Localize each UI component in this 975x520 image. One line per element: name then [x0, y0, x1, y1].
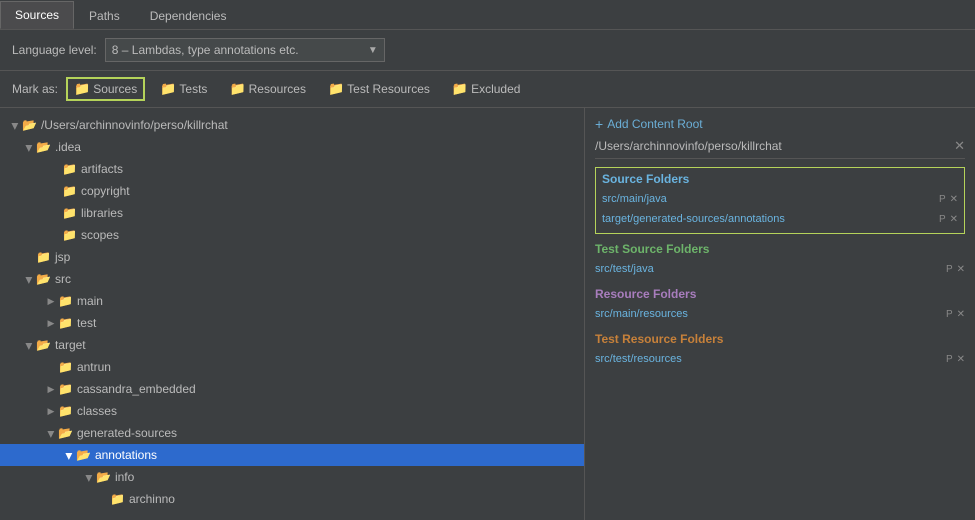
tree-item-jsp[interactable]: 📁 jsp	[0, 246, 584, 268]
folder-icon: 📁	[36, 250, 51, 264]
tree-item-test[interactable]: ▶ 📁 test	[0, 312, 584, 334]
language-level-select[interactable]: 8 – Lambdas, type annotations etc. ▼	[105, 38, 385, 62]
folder-icon: 📂	[76, 448, 91, 462]
mark-as-row: Mark as: 📁 Sources 📁 Tests 📁 Resources 📁…	[0, 71, 975, 108]
excluded-folder-icon: 📁	[452, 81, 468, 97]
resource-folders-section: Resource Folders src/main/resources P‌ ✕	[595, 287, 965, 324]
expand-icon: ▶	[44, 384, 58, 395]
folder-icon: 📁	[58, 382, 73, 396]
mark-as-excluded-button[interactable]: 📁 Excluded	[445, 78, 528, 100]
expand-icon: ▶	[24, 273, 35, 287]
tab-dependencies[interactable]: Dependencies	[135, 1, 242, 29]
folder-icon: 📂	[58, 426, 73, 440]
tree-item-src[interactable]: ▶ 📂 src	[0, 268, 584, 290]
tree-item-copyright[interactable]: 📁 copyright	[0, 180, 584, 202]
expand-icon: ▶	[44, 318, 58, 329]
expand-icon: ▶	[64, 449, 75, 463]
mark-as-resources-button[interactable]: 📁 Resources	[222, 78, 313, 100]
tests-folder-icon: 📁	[160, 81, 176, 97]
mark-as-sources-button[interactable]: 📁 Sources	[66, 77, 145, 101]
tab-paths[interactable]: Paths	[74, 1, 135, 29]
mark-as-tests-button[interactable]: 📁 Tests	[153, 78, 214, 100]
remove-source-folder-2[interactable]: ✕	[950, 214, 958, 225]
resources-folder-icon: 📁	[229, 81, 245, 97]
properties-icon-test1[interactable]: P‌	[946, 264, 953, 275]
resource-folder-entry-1: src/main/resources P‌ ✕	[595, 304, 965, 324]
close-content-root-button[interactable]: ✕	[954, 138, 965, 154]
tree-item-main[interactable]: ▶ 📁 main	[0, 290, 584, 312]
tree-item-idea[interactable]: ▶ 📂 .idea	[0, 136, 584, 158]
folder-icon: 📂	[36, 338, 51, 352]
tree-item-annotations[interactable]: ▶ 📂 annotations	[0, 444, 584, 466]
tree-item-info[interactable]: ▶ 📂 info	[0, 466, 584, 488]
folder-icon: 📁	[110, 492, 125, 506]
test-source-folders-section: Test Source Folders src/test/java P‌ ✕	[595, 242, 965, 279]
tree-item-artifacts[interactable]: 📁 artifacts	[0, 158, 584, 180]
dropdown-arrow-icon: ▼	[368, 45, 378, 56]
tree-item-classes[interactable]: ▶ 📁 classes	[0, 400, 584, 422]
tree-item-generated-sources[interactable]: ▶ 📂 generated-sources	[0, 422, 584, 444]
language-level-row: Language level: 8 – Lambdas, type annota…	[0, 30, 975, 71]
tree-panel: ▶ 📂 /Users/archinnovinfo/perso/killrchat…	[0, 108, 585, 520]
expand-icon: ▶	[46, 427, 57, 441]
mark-as-label: Mark as:	[12, 82, 58, 96]
folder-icon: 📂	[36, 272, 51, 286]
expand-icon: ▶	[24, 141, 35, 155]
source-folder-entry-1: src/main/java P‌ ✕	[602, 189, 958, 209]
sources-folder-icon: 📁	[74, 81, 90, 97]
folder-icon: 📂	[96, 470, 111, 484]
properties-icon-tres1[interactable]: P‌	[946, 354, 953, 365]
remove-source-folder-1[interactable]: ✕	[950, 194, 958, 205]
test-resource-folders-title: Test Resource Folders	[595, 332, 965, 346]
test-source-folders-title: Test Source Folders	[595, 242, 965, 256]
test-resource-folders-section: Test Resource Folders src/test/resources…	[595, 332, 965, 369]
main-content: ▶ 📂 /Users/archinnovinfo/perso/killrchat…	[0, 108, 975, 520]
folder-icon: 📂	[36, 140, 51, 154]
expand-icon: ▶	[10, 119, 21, 133]
source-folders-section: Source Folders src/main/java P‌ ✕ target…	[595, 167, 965, 234]
folder-icon: 📁	[58, 316, 73, 330]
mark-as-test-resources-button[interactable]: 📁 Test Resources	[321, 78, 437, 100]
tab-sources[interactable]: Sources	[0, 1, 74, 29]
add-content-root-button[interactable]: + Add Content Root	[595, 116, 965, 132]
tree-item-target[interactable]: ▶ 📂 target	[0, 334, 584, 356]
expand-icon: ▶	[84, 471, 95, 485]
folder-icon: 📁	[58, 294, 73, 308]
test-resources-folder-icon: 📁	[328, 81, 344, 97]
source-folder-entry-2: target/generated-sources/annotations P‌ …	[602, 209, 958, 229]
folder-icon: 📁	[62, 228, 77, 242]
resource-folders-title: Resource Folders	[595, 287, 965, 301]
language-level-label: Language level:	[12, 43, 97, 57]
folder-icon: 📁	[62, 162, 77, 176]
source-folders-title: Source Folders	[602, 172, 958, 186]
folder-icon: 📁	[58, 360, 73, 374]
right-panel: + Add Content Root /Users/archinnovinfo/…	[585, 108, 975, 520]
tree-item-scopes[interactable]: 📁 scopes	[0, 224, 584, 246]
folder-icon: 📁	[58, 404, 73, 418]
properties-icon-res1[interactable]: P‌	[946, 309, 953, 320]
tree-item-libraries[interactable]: 📁 libraries	[0, 202, 584, 224]
remove-resource-1[interactable]: ✕	[957, 309, 965, 320]
remove-test-source-1[interactable]: ✕	[957, 264, 965, 275]
expand-icon: ▶	[24, 339, 35, 353]
test-resource-folder-entry-1: src/test/resources P‌ ✕	[595, 349, 965, 369]
test-source-folder-entry-1: src/test/java P‌ ✕	[595, 259, 965, 279]
properties-icon-1[interactable]: P‌	[939, 194, 946, 205]
tab-bar: Sources Paths Dependencies	[0, 0, 975, 30]
folder-icon: 📁	[62, 206, 77, 220]
folder-icon: 📁	[62, 184, 77, 198]
content-root-path: /Users/archinnovinfo/perso/killrchat ✕	[595, 138, 965, 159]
plus-icon: +	[595, 116, 603, 132]
tree-item-antrun[interactable]: 📁 antrun	[0, 356, 584, 378]
expand-icon: ▶	[44, 296, 58, 307]
properties-icon-2[interactable]: P‌	[939, 214, 946, 225]
tree-item-cassandra[interactable]: ▶ 📁 cassandra_embedded	[0, 378, 584, 400]
tree-item-root[interactable]: ▶ 📂 /Users/archinnovinfo/perso/killrchat	[0, 114, 584, 136]
remove-test-resource-1[interactable]: ✕	[957, 354, 965, 365]
folder-icon: 📂	[22, 118, 37, 132]
expand-icon: ▶	[44, 406, 58, 417]
tree-item-archinno[interactable]: 📁 archinno	[0, 488, 584, 510]
